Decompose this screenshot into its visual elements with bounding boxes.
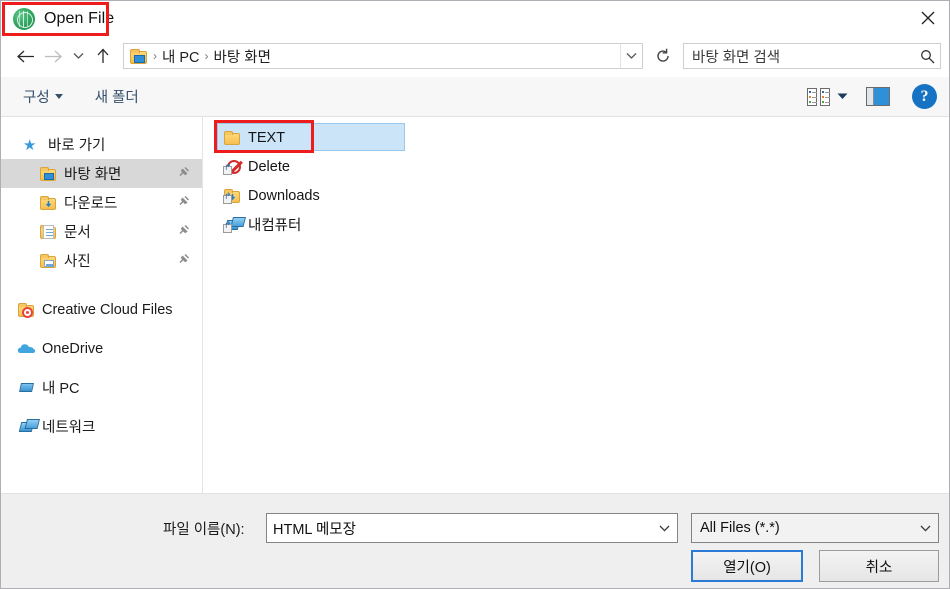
breadcrumb-separator-0: › bbox=[153, 49, 157, 63]
folder-icon bbox=[223, 130, 246, 146]
title-group: Open File bbox=[1, 1, 114, 36]
pin-icon[interactable] bbox=[178, 224, 190, 240]
desktop-folder-icon bbox=[39, 166, 61, 182]
computer-shortcut-icon bbox=[223, 217, 246, 233]
pin-icon[interactable] bbox=[178, 166, 190, 182]
documents-folder-icon bbox=[39, 224, 61, 240]
command-toolbar: 구성 새 폴더 ? bbox=[1, 77, 949, 117]
address-bar[interactable]: › 내 PC › 바탕 화면 bbox=[123, 43, 643, 69]
sidebar-item-label: OneDrive bbox=[42, 340, 104, 357]
open-button[interactable]: 열기(O) bbox=[691, 550, 803, 582]
sidebar-item-desktop[interactable]: 바탕 화면 bbox=[1, 159, 202, 188]
new-folder-button[interactable]: 새 폴더 bbox=[87, 82, 147, 111]
sidebar-item-this-pc[interactable]: 내 PC bbox=[1, 373, 202, 402]
sidebar-item-pictures[interactable]: 사진 bbox=[1, 246, 202, 275]
sidebar-item-network[interactable]: 네트워크 bbox=[1, 412, 202, 441]
title-bar: Open File bbox=[1, 1, 949, 36]
file-name-label: Downloads bbox=[248, 187, 320, 204]
forward-arrow-icon bbox=[39, 42, 67, 70]
open-file-dialog: Open File › 내 PC › 바탕 화면 바탕 화면 검색 구성 새 폴… bbox=[0, 0, 950, 589]
help-icon[interactable]: ? bbox=[912, 84, 937, 109]
view-chevron-down-icon[interactable] bbox=[832, 93, 852, 100]
sidebar-item-creative-cloud-files[interactable]: Creative Cloud Files bbox=[1, 295, 202, 324]
dialog-body: ★ 바로 가기 바탕 화면 다운로드 문서 사진 Creative Cloud … bbox=[1, 117, 949, 493]
sidebar-item-documents[interactable]: 문서 bbox=[1, 217, 202, 246]
preview-pane-icon[interactable] bbox=[866, 87, 890, 106]
filetype-chevron-down-icon[interactable] bbox=[912, 514, 938, 542]
creative-cloud-icon bbox=[17, 302, 39, 318]
file-name-label: Delete bbox=[248, 158, 290, 175]
organize-label: 구성 bbox=[23, 90, 50, 106]
search-placeholder: 바탕 화면 검색 bbox=[692, 49, 781, 66]
table-row[interactable]: TEXT bbox=[204, 123, 949, 152]
organize-button[interactable]: 구성 bbox=[15, 82, 71, 111]
filetype-value: All Files (*.*) bbox=[700, 520, 780, 536]
sidebar-item-label: 내 PC bbox=[42, 381, 80, 397]
cancel-button[interactable]: 취소 bbox=[819, 550, 939, 582]
pictures-folder-icon bbox=[39, 253, 61, 269]
sidebar-item-onedrive[interactable]: OneDrive bbox=[1, 334, 202, 363]
table-row[interactable]: 내컴퓨터 bbox=[204, 210, 949, 239]
navigation-bar: › 내 PC › 바탕 화면 바탕 화면 검색 bbox=[1, 36, 949, 76]
search-icon[interactable] bbox=[914, 49, 940, 64]
sidebar-item-label: Creative Cloud Files bbox=[42, 301, 173, 318]
downloads-folder-icon bbox=[39, 195, 61, 211]
table-row[interactable]: Delete bbox=[204, 152, 949, 181]
filename-chevron-down-icon[interactable] bbox=[651, 514, 677, 542]
sidebar-group-label: 바로 가기 bbox=[48, 138, 106, 154]
sidebar-item-label: 사진 bbox=[64, 254, 91, 270]
this-pc-icon bbox=[17, 380, 39, 396]
green-globe-icon bbox=[13, 7, 35, 30]
refresh-icon[interactable] bbox=[651, 44, 675, 68]
file-name-label: 내컴퓨터 bbox=[248, 218, 302, 234]
shortcut-prohibited-icon bbox=[223, 159, 246, 175]
filetype-select[interactable]: All Files (*.*) bbox=[691, 513, 939, 543]
filename-input[interactable]: HTML 메모장 bbox=[266, 513, 678, 543]
chevron-down-icon bbox=[54, 94, 63, 99]
file-name-label: TEXT bbox=[248, 129, 286, 146]
new-folder-label: 새 폴더 bbox=[94, 90, 139, 106]
back-arrow-icon[interactable] bbox=[11, 42, 39, 70]
breadcrumb-item-1[interactable]: 바탕 화면 bbox=[211, 46, 274, 67]
sidebar-item-label: 바탕 화면 bbox=[64, 167, 122, 183]
onedrive-cloud-icon bbox=[17, 342, 39, 355]
desktop-folder-icon bbox=[130, 48, 147, 64]
sidebar-item-label: 문서 bbox=[64, 225, 91, 241]
view-options-icon[interactable] bbox=[806, 87, 832, 107]
pin-icon[interactable] bbox=[178, 253, 190, 269]
sidebar-group-quick-access[interactable]: ★ 바로 가기 bbox=[1, 130, 202, 159]
sidebar-item-label: 다운로드 bbox=[64, 196, 118, 212]
filename-value: HTML 메모장 bbox=[273, 521, 356, 538]
search-input[interactable]: 바탕 화면 검색 bbox=[683, 43, 941, 69]
up-arrow-icon[interactable] bbox=[89, 42, 117, 70]
toolbar-right-group: ? bbox=[806, 84, 949, 109]
breadcrumb-separator-1: › bbox=[204, 49, 209, 63]
network-icon bbox=[17, 419, 39, 435]
downloads-shortcut-icon bbox=[223, 188, 246, 204]
table-row[interactable]: Downloads bbox=[204, 181, 949, 210]
close-icon[interactable] bbox=[905, 1, 949, 35]
breadcrumb-item-0[interactable]: 내 PC bbox=[159, 46, 203, 67]
navigation-sidebar: ★ 바로 가기 바탕 화면 다운로드 문서 사진 Creative Cloud … bbox=[1, 117, 203, 493]
window-title: Open File bbox=[44, 9, 115, 27]
recent-locations-chevron-down-icon[interactable] bbox=[67, 42, 89, 70]
sidebar-item-label: 네트워크 bbox=[42, 420, 96, 436]
sidebar-item-downloads[interactable]: 다운로드 bbox=[1, 188, 202, 217]
pin-icon[interactable] bbox=[178, 195, 190, 211]
file-list: TEXT Delete bbox=[204, 117, 949, 493]
address-chevron-down-icon[interactable] bbox=[620, 44, 642, 68]
filename-label: 파일 이름(N): bbox=[163, 522, 245, 538]
star-icon: ★ bbox=[23, 136, 37, 154]
